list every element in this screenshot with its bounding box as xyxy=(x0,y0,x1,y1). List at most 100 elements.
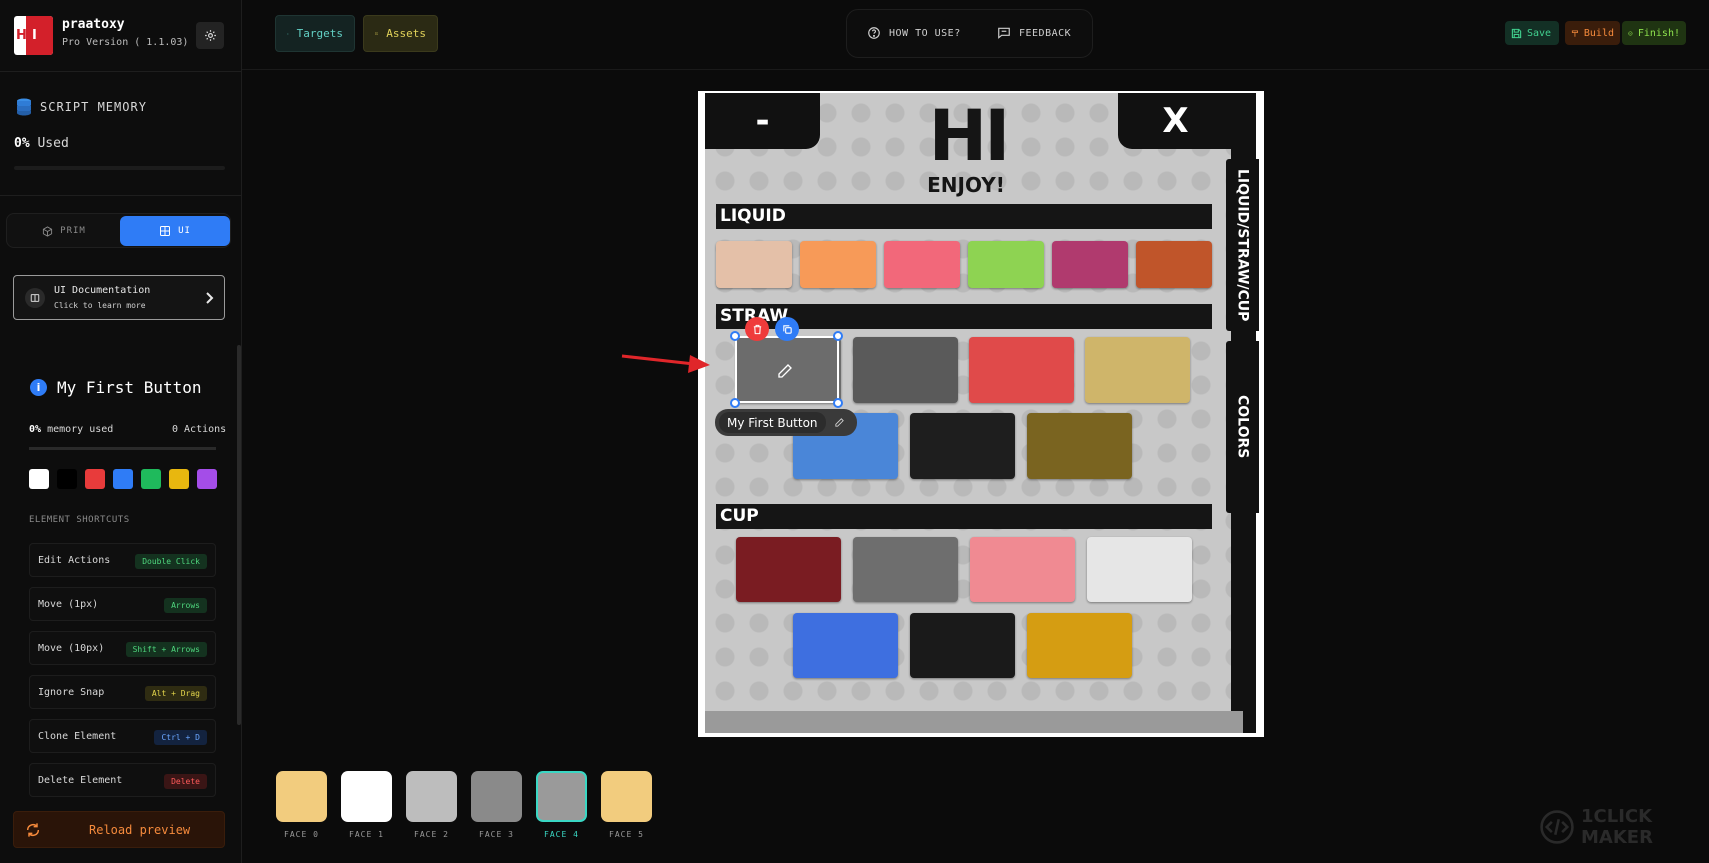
reload-preview-label: Reload preview xyxy=(89,823,191,837)
delete-element-button[interactable] xyxy=(745,317,769,341)
cup-swatch[interactable] xyxy=(736,537,841,602)
shortcut-key: Delete xyxy=(164,774,207,789)
database-icon xyxy=(17,98,31,116)
build-label: Build xyxy=(1583,27,1614,39)
sidebar-scrollbar[interactable] xyxy=(237,345,241,725)
save-button[interactable]: Save xyxy=(1505,21,1559,45)
mode-toggle: PRIM UI xyxy=(6,213,231,248)
resize-handle-bottom-left[interactable] xyxy=(730,398,740,408)
shortcut-row: Delete Element Delete xyxy=(29,763,216,797)
resize-handle-bottom-right[interactable] xyxy=(833,398,843,408)
shortcut-label: Delete Element xyxy=(38,775,123,786)
liquid-swatch[interactable] xyxy=(716,241,792,288)
face-thumbnail[interactable] xyxy=(471,771,522,822)
section-liquid: LIQUID xyxy=(716,204,1212,229)
finish-label: Finish! xyxy=(1637,27,1680,39)
cup-swatch[interactable] xyxy=(970,537,1075,602)
close-button[interactable]: X xyxy=(1118,93,1233,149)
color-swatch[interactable] xyxy=(113,469,133,489)
shortcut-key: Alt + Drag xyxy=(144,686,207,701)
memory-used: 0% Used xyxy=(14,136,69,151)
element-name: My First Button xyxy=(57,378,202,397)
message-icon xyxy=(998,27,1010,39)
cup-swatch[interactable] xyxy=(1027,613,1132,678)
how-to-use-button[interactable]: HOW TO USE? xyxy=(867,26,961,40)
cup-swatch[interactable] xyxy=(1087,537,1192,602)
script-memory-label: SCRIPT MEMORY xyxy=(40,100,147,114)
liquid-swatch[interactable] xyxy=(968,241,1044,288)
face-label: FACE 1 xyxy=(349,830,384,839)
liquid-swatch[interactable] xyxy=(884,241,960,288)
color-swatch[interactable] xyxy=(169,469,189,489)
build-button[interactable]: Build xyxy=(1565,21,1620,45)
shortcut-row: Edit Actions Double Click xyxy=(29,543,216,577)
element-memory: 0% memory used xyxy=(29,424,113,435)
cup-swatch[interactable] xyxy=(793,613,898,678)
code-logo-icon xyxy=(1540,810,1574,844)
help-circle-icon xyxy=(868,27,880,39)
sidebar: HI praatoxy Pro Version ( 1.1.03) SCRIPT… xyxy=(0,0,242,863)
element-title: i My First Button xyxy=(30,378,202,397)
reload-preview-button[interactable]: Reload preview xyxy=(13,811,225,848)
watermark: 1CLICK MAKER xyxy=(1539,806,1709,848)
copy-icon xyxy=(782,324,792,334)
cup-swatch[interactable] xyxy=(910,613,1015,678)
ui-documentation-card[interactable]: UI Documentation Click to learn more xyxy=(13,275,225,320)
brand-version: Pro Version ( 1.1.03) xyxy=(62,37,189,48)
face-thumbnail[interactable] xyxy=(536,771,587,822)
face-thumbnail[interactable] xyxy=(406,771,457,822)
liquid-swatch[interactable] xyxy=(800,241,876,288)
mode-ui-label: UI xyxy=(178,226,191,236)
duplicate-element-button[interactable] xyxy=(775,317,799,341)
face-thumbnail[interactable] xyxy=(276,771,327,822)
feedback-label: FEEDBACK xyxy=(1019,27,1072,39)
color-swatch[interactable] xyxy=(29,469,49,489)
settings-button[interactable] xyxy=(196,22,224,49)
targets-button[interactable]: Targets xyxy=(275,15,355,52)
straw-swatch[interactable] xyxy=(969,337,1074,403)
element-name-tag-label: My First Button xyxy=(719,412,826,433)
cup-swatch[interactable] xyxy=(853,537,958,602)
mode-prim-button[interactable]: PRIM xyxy=(11,217,117,245)
color-swatch[interactable] xyxy=(197,469,217,489)
cube-icon xyxy=(43,225,53,237)
red-arrow-annotation xyxy=(621,354,710,373)
color-swatch[interactable] xyxy=(57,469,77,489)
side-tab-liquid-straw-cup[interactable]: LIQUID/STRAW/CUP xyxy=(1226,159,1259,331)
face-label: FACE 0 xyxy=(284,830,319,839)
element-memory-percent: 0% xyxy=(29,424,42,435)
check-circle-icon xyxy=(1628,30,1633,36)
feedback-button[interactable]: FEEDBACK xyxy=(997,26,1071,40)
side-tab-colors[interactable]: COLORS xyxy=(1226,341,1259,513)
face-thumbnail[interactable] xyxy=(601,771,652,822)
face-label: FACE 4 xyxy=(544,830,579,839)
liquid-swatch[interactable] xyxy=(1136,241,1212,288)
refresh-icon xyxy=(26,823,40,837)
targets-label: Targets xyxy=(296,27,343,40)
element-memory-bar xyxy=(29,447,216,450)
info-icon: i xyxy=(30,379,47,396)
edit-name-icon[interactable] xyxy=(834,417,845,428)
mode-ui-button[interactable]: UI xyxy=(120,216,230,246)
color-swatch[interactable] xyxy=(85,469,105,489)
element-name-tag[interactable]: My First Button xyxy=(715,409,857,436)
save-icon xyxy=(1511,28,1522,38)
minimize-button[interactable]: - xyxy=(705,93,820,149)
straw-swatch[interactable] xyxy=(1085,337,1190,403)
straw-swatch[interactable] xyxy=(1027,413,1132,479)
memory-used-label: Used xyxy=(29,136,69,151)
resize-handle-top-right[interactable] xyxy=(833,331,843,341)
color-swatch[interactable] xyxy=(141,469,161,489)
shortcut-row: Move (1px) Arrows xyxy=(29,587,216,621)
hammer-icon xyxy=(1571,29,1578,37)
face-thumbnail[interactable] xyxy=(341,771,392,822)
straw-swatch[interactable] xyxy=(910,413,1015,479)
finish-button[interactable]: Finish! xyxy=(1622,21,1686,45)
straw-swatch[interactable] xyxy=(853,337,958,403)
liquid-swatch[interactable] xyxy=(1052,241,1128,288)
script-memory-title: SCRIPT MEMORY xyxy=(16,98,147,116)
resize-handle-top-left[interactable] xyxy=(730,331,740,341)
assets-button[interactable]: Assets xyxy=(363,15,438,52)
help-pill: HOW TO USE? FEEDBACK xyxy=(846,9,1093,58)
shortcut-key: Double Click xyxy=(135,554,207,569)
